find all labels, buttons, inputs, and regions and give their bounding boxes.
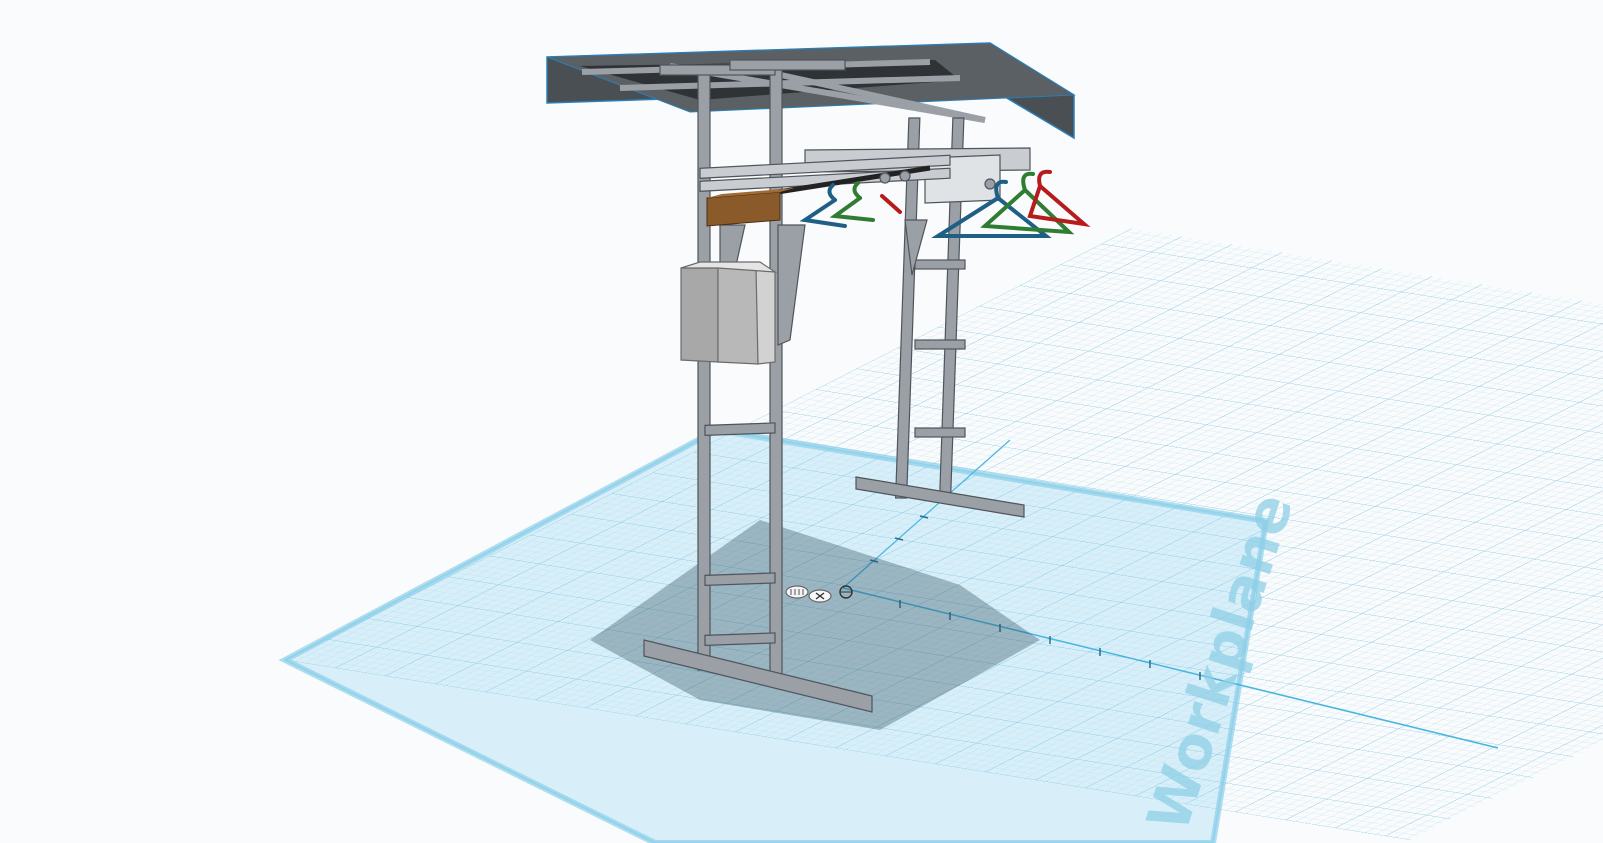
center-view-icon[interactable] [808, 589, 832, 603]
workplane[interactable] [278, 228, 1603, 843]
hanger-green-left[interactable] [829, 181, 875, 222]
hanger-red-left[interactable] [880, 194, 902, 214]
hanger-blue-left[interactable] [799, 183, 847, 228]
3d-viewport[interactable]: Workplane [0, 0, 1603, 843]
roof-panel[interactable] [546, 42, 1076, 140]
hanger-red-right[interactable] [1027, 169, 1091, 227]
electrical-boxes[interactable] [680, 261, 778, 365]
grid-toggle-icon[interactable] [785, 585, 809, 599]
